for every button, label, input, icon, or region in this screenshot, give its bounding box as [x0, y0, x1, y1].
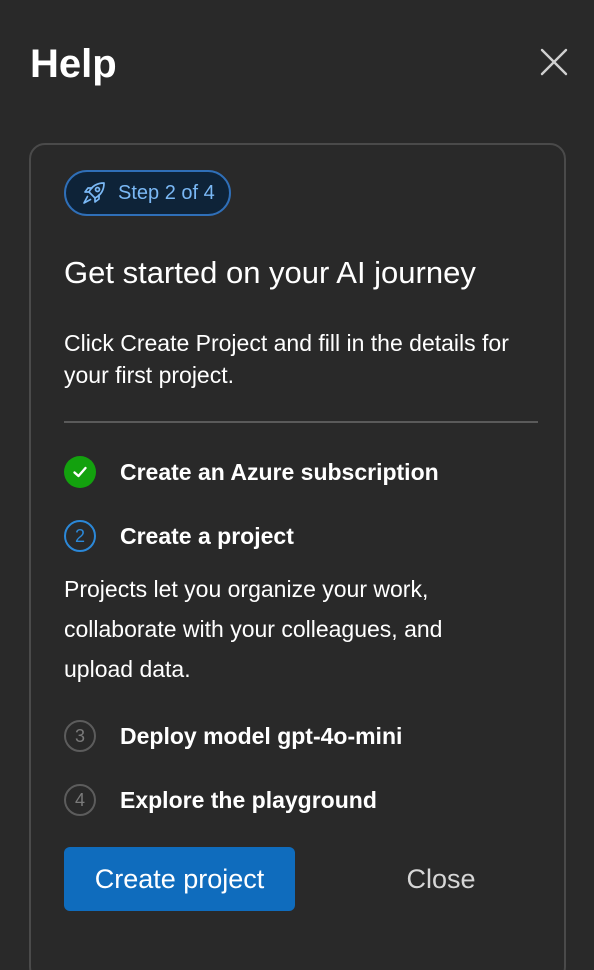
- create-project-button[interactable]: Create project: [64, 847, 295, 911]
- step-number-icon: 4: [64, 784, 96, 816]
- card-heading: Get started on your AI journey: [64, 255, 476, 290]
- step-number-icon: 2: [64, 520, 96, 552]
- step-label: Create an Azure subscription: [120, 458, 439, 485]
- close-text-button[interactable]: Close: [371, 847, 511, 911]
- step-label: Deploy model gpt-4o-mini: [120, 722, 403, 749]
- step-label: Explore the playground: [120, 786, 377, 813]
- checkmark-icon: [64, 456, 96, 488]
- getting-started-card: Step 2 of 4 Get started on your AI journ…: [29, 143, 566, 970]
- step-item-create-project: 2 Create a project: [64, 519, 294, 553]
- rocket-icon: [80, 179, 108, 207]
- step-badge-label: Step 2 of 4: [118, 181, 215, 204]
- divider: [64, 421, 538, 423]
- help-panel: Help Step 2 of 4 Get started on your AI …: [0, 0, 594, 970]
- step-item-create-subscription: Create an Azure subscription: [64, 455, 439, 489]
- card-description: Click Create Project and fill in the det…: [64, 330, 509, 388]
- close-button[interactable]: [532, 40, 576, 84]
- step-item-deploy-model: 3 Deploy model gpt-4o-mini: [64, 719, 402, 753]
- step-number-icon: 3: [64, 720, 96, 752]
- step-progress-badge: Step 2 of 4: [64, 170, 231, 216]
- step-detail-text: Projects let you organize your work, col…: [64, 576, 443, 682]
- panel-title: Help: [30, 42, 117, 86]
- close-icon: [540, 48, 568, 76]
- step-item-explore-playground: 4 Explore the playground: [64, 783, 377, 817]
- step-label: Create a project: [120, 522, 294, 549]
